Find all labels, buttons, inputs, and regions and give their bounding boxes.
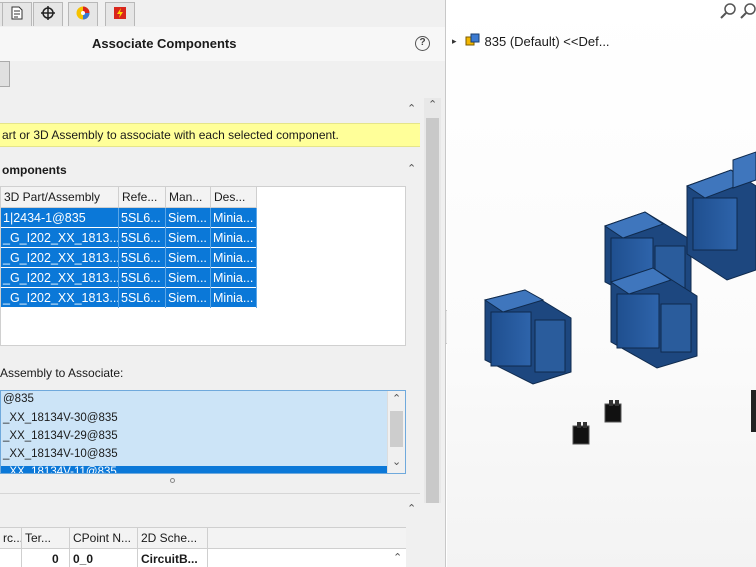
breaker-component-1 [483,289,572,385]
collapse-components-icon[interactable]: ⌃ [407,162,416,175]
scroll-up-icon[interactable]: ⌃ [392,392,401,405]
terminal-component-2 [604,400,622,423]
config-manager-icon [40,5,56,24]
graphics-viewport[interactable] [447,0,756,567]
cell-schematic: CircuitB... [138,549,208,567]
column-header-terminal[interactable]: Ter... [22,528,70,548]
manager-tab-bar [0,0,445,27]
column-header-description[interactable]: Des... [211,187,257,208]
assembly-list-scrollbar[interactable]: ⌃ ⌄ [387,391,405,473]
page-title: Associate Components [92,36,237,51]
cell-manufacturer: Siem... [166,288,211,308]
tab-appearance[interactable] [68,2,98,26]
components-table: 3D Part/Assembly Refe... Man... Des... 1… [0,186,406,346]
feature-tree-root[interactable]: ▸ 835 (Default) <<Def... [452,32,610,51]
column-header-part[interactable]: 3D Part/Assembly [1,187,119,208]
expand-arrow-icon[interactable]: ▸ [452,36,457,47]
panel-scroll-up-icon[interactable]: ⌃ [428,98,437,111]
cell-part: _G_I202_XX_1813... [1,288,119,308]
components-section-title: omponents [2,163,67,177]
cell-part: _G_I202_XX_1813... [1,248,119,268]
assembly-icon [465,32,481,51]
panel-scrollbar[interactable]: ⌃ [424,98,441,503]
cell-description: Minia... [211,208,257,228]
tab-property-manager[interactable] [2,2,32,26]
section-divider [0,493,420,494]
table-row[interactable]: _G_I202_XX_1813... 5SL6... Siem... Minia… [1,268,257,288]
terminal-table: rc... Ter... CPoint N... 2D Sche... 0 0_… [0,527,406,567]
ok-button[interactable] [0,61,10,87]
tab-config-manager[interactable] [33,2,63,26]
table-row[interactable]: 0 0_0 CircuitB... [0,549,406,567]
panel-titlebar: Associate Components [0,27,445,61]
cell-description: Minia... [211,248,257,268]
cell-cpoint: 0_0 [70,549,138,567]
list-item-selected[interactable]: _XX_18134V-11@835 [1,466,387,473]
terminal-component-1 [572,422,590,445]
list-item[interactable]: _XX_18134V-10@835 [3,448,118,466]
cell-part: _G_I202_XX_1813... [1,268,119,288]
zoom-to-fit-icon[interactable] [720,2,738,23]
list-item[interactable]: _XX_18134V-30@835 [3,412,118,430]
breaker-component-5 [732,151,756,189]
column-header-manufacturer[interactable]: Man... [166,187,211,208]
cell-reference: 5SL6... [119,268,166,288]
column-header-circuit[interactable]: rc... [0,528,22,548]
assembly-list[interactable]: @835 _XX_18134V-30@835 _XX_18134V-29@835… [0,390,406,474]
property-manager-icon [9,5,25,24]
components-section-header[interactable]: omponents [0,158,420,182]
terminal-scroll-up-icon[interactable]: ⌃ [393,551,402,564]
table-row[interactable]: _G_I202_XX_1813... 5SL6... Siem... Minia… [1,248,257,268]
table-row[interactable]: _G_I202_XX_1813... 5SL6... Siem... Minia… [1,288,257,308]
list-item[interactable]: _XX_18134V-29@835 [3,430,118,448]
table-row[interactable]: _G_I202_XX_1813... 5SL6... Siem... Minia… [1,228,257,248]
cell-terminal: 0 [22,549,70,567]
scrollbar-thumb[interactable] [390,411,403,447]
cell-manufacturer: Siem... [166,208,211,228]
cell-reference: 5SL6... [119,208,166,228]
breaker-component-4 [685,169,756,281]
list-item[interactable]: @835 [3,393,34,411]
collapse-terminals-icon[interactable]: ⌃ [407,502,416,515]
assembly-tree-label: 835 (Default) <<Def... [484,34,610,49]
message-box: art or 3D Assembly to associate with eac… [0,123,420,147]
terminal-table-header: rc... Ter... CPoint N... 2D Sche... [0,528,406,549]
terminal-component-3 [751,390,756,432]
resize-handle-icon[interactable] [170,478,175,483]
cell-description: Minia... [211,228,257,248]
column-header-cpoint[interactable]: CPoint N... [70,528,138,548]
cell-circuit [0,549,22,567]
cell-description: Minia... [211,268,257,288]
column-header-schematic[interactable]: 2D Sche... [138,528,208,548]
tab-electrical[interactable] [105,2,135,26]
panel-scrollbar-thumb[interactable] [426,118,439,503]
cell-part: 1|2434-1@835 [1,208,119,228]
help-icon[interactable]: ? [415,36,430,51]
collapse-message-icon[interactable]: ⌃ [407,102,416,115]
table-row[interactable]: 1|2434-1@835 5SL6... Siem... Minia... [1,208,257,228]
column-header-reference[interactable]: Refe... [119,187,166,208]
zoom-area-icon[interactable] [740,2,756,23]
cell-description: Minia... [211,288,257,308]
property-manager-panel: Associate Components ? ⌃ art or 3D Assem… [0,0,446,567]
assembly-3d-view [483,151,756,445]
cell-part: _G_I202_XX_1813... [1,228,119,248]
cell-manufacturer: Siem... [166,248,211,268]
assembly-list-label: Assembly to Associate: [0,366,124,380]
cell-manufacturer: Siem... [166,228,211,248]
electrical-icon [112,5,128,24]
components-table-header: 3D Part/Assembly Refe... Man... Des... [1,187,257,208]
cell-manufacturer: Siem... [166,268,211,288]
appearance-icon [75,5,91,24]
cell-reference: 5SL6... [119,228,166,248]
scroll-down-icon[interactable]: ⌄ [392,455,401,468]
cell-reference: 5SL6... [119,248,166,268]
message-text: art or 3D Assembly to associate with eac… [2,128,339,142]
cell-reference: 5SL6... [119,288,166,308]
